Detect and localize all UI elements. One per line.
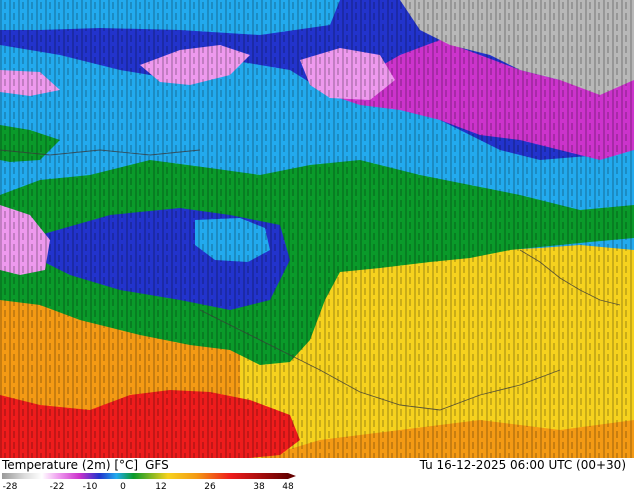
tick-label: 26 bbox=[204, 482, 216, 490]
tick-label: 38 bbox=[253, 482, 265, 490]
legend-footer: Temperature (2m) [°C] GFS Tu 16-12-2025 0… bbox=[0, 458, 634, 490]
tick-label: 0 bbox=[120, 482, 126, 490]
tick-label: -28 bbox=[3, 482, 18, 490]
valid-time-label: Tu 16-12-2025 06:00 UTC (00+30) bbox=[419, 458, 626, 472]
contour-hatching bbox=[0, 0, 634, 458]
tick-label: 12 bbox=[155, 482, 166, 490]
legend-title: Temperature (2m) [°C] GFS bbox=[2, 458, 176, 472]
colorbar-gradient bbox=[2, 473, 288, 479]
tick-label: 48 bbox=[282, 482, 294, 490]
colorbar-arrow-icon bbox=[288, 473, 296, 479]
colorbar: -28 -22 -10 0 12 26 38 48 bbox=[2, 473, 296, 490]
variable-label: Temperature (2m) [°C] bbox=[2, 458, 139, 472]
model-label: GFS bbox=[145, 458, 169, 472]
temperature-map bbox=[0, 0, 634, 458]
tick-label: -10 bbox=[83, 482, 98, 490]
tick-label: -22 bbox=[50, 482, 65, 490]
